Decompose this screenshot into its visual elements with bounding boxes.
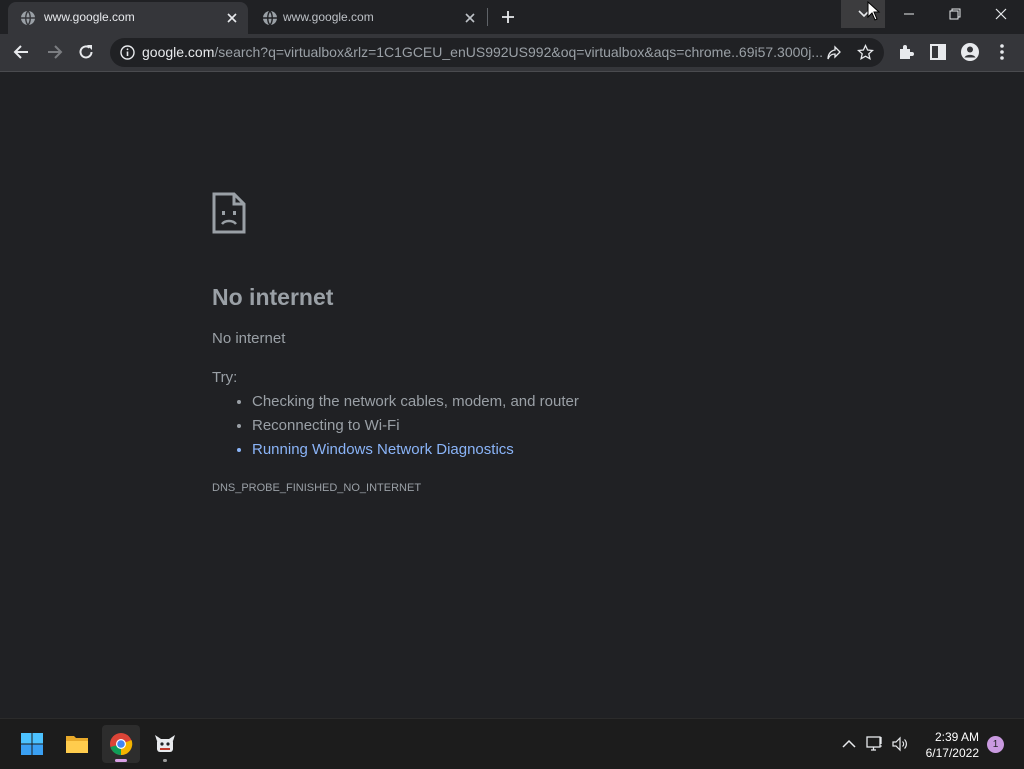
close-icon[interactable] [462,10,478,26]
reload-button[interactable] [76,42,96,62]
suggestion-list: Checking the network cables, modem, and … [212,392,579,464]
info-icon[interactable] [120,45,135,60]
volume-icon[interactable] [891,735,909,753]
running-indicator [163,759,167,762]
side-panel-icon [930,44,946,60]
menu-button[interactable] [992,42,1012,62]
clock-date: 6/17/2022 [925,746,979,760]
windows-logo-icon [21,733,43,755]
suggestion-item: Checking the network cables, modem, and … [252,392,579,416]
start-button[interactable] [13,725,51,763]
restore-button[interactable] [932,0,978,28]
clock[interactable]: 2:39 AM 6/17/2022 [926,729,979,761]
puzzle-icon [900,45,914,59]
arrow-right-icon [48,45,63,59]
forward-button[interactable] [44,42,64,62]
file-explorer-button[interactable] [58,725,96,763]
reload-icon [79,45,93,59]
back-button[interactable] [12,42,32,62]
tab-active[interactable]: www.google.com [8,2,248,34]
error-code: DNS_PROBE_FINISHED_NO_INTERNET [212,482,422,494]
tab-inactive[interactable]: www.google.com [250,2,486,34]
url-text[interactable]: google.com/search?q=virtualbox&rlz=1C1GC… [142,44,822,60]
share-icon[interactable] [826,45,842,61]
page-title: No internet [212,284,334,310]
star-icon[interactable] [857,44,874,61]
tab-title: www.google.com [283,10,374,24]
error-page: No internet No internet Try: Checking th… [0,72,1024,718]
error-subtitle: No internet [212,330,286,347]
network-diagnostics-link[interactable]: Running Windows Network Diagnostics [252,440,579,464]
minimize-button[interactable] [886,0,932,28]
try-label: Try: [212,369,238,386]
tab-title: www.google.com [44,10,135,24]
globe-icon [20,10,36,26]
kebab-menu-icon [1000,44,1004,60]
arrow-left-icon [13,45,28,59]
url-host: google.com [142,44,215,60]
url-path: /search?q=virtualbox&rlz=1C1GCEU_enUS992… [214,44,822,60]
extensions-button[interactable] [896,42,916,62]
app-icon [155,735,175,752]
network-icon[interactable] [866,735,884,753]
mouse-cursor-icon [867,1,881,21]
chrome-icon [110,733,133,756]
clock-time: 2:39 AM [934,730,979,744]
browser-toolbar: google.com/search?q=virtualbox&rlz=1C1GC… [0,34,1024,72]
chevron-up-icon[interactable] [840,735,858,753]
chrome-button[interactable] [102,725,140,763]
active-indicator [115,759,127,762]
new-tab-button[interactable] [498,7,518,27]
restore-icon [949,8,961,20]
taskbar: 2:39 AM 6/17/2022 1 [0,718,1024,769]
app-button[interactable] [146,725,184,763]
plus-icon [502,11,514,23]
globe-icon [262,10,278,26]
notification-badge[interactable]: 1 [987,736,1004,753]
close-icon[interactable] [224,10,240,26]
side-panel-button[interactable] [928,42,948,62]
close-icon [995,8,1007,20]
folder-icon [66,736,88,753]
tab-divider [487,8,488,26]
close-window-button[interactable] [978,0,1024,28]
sad-page-icon [212,192,246,234]
profile-button[interactable] [960,42,980,62]
minimize-icon [904,13,914,15]
address-bar[interactable]: google.com/search?q=virtualbox&rlz=1C1GC… [110,38,884,67]
avatar-icon [961,43,979,61]
suggestion-item: Reconnecting to Wi-Fi [252,416,579,440]
